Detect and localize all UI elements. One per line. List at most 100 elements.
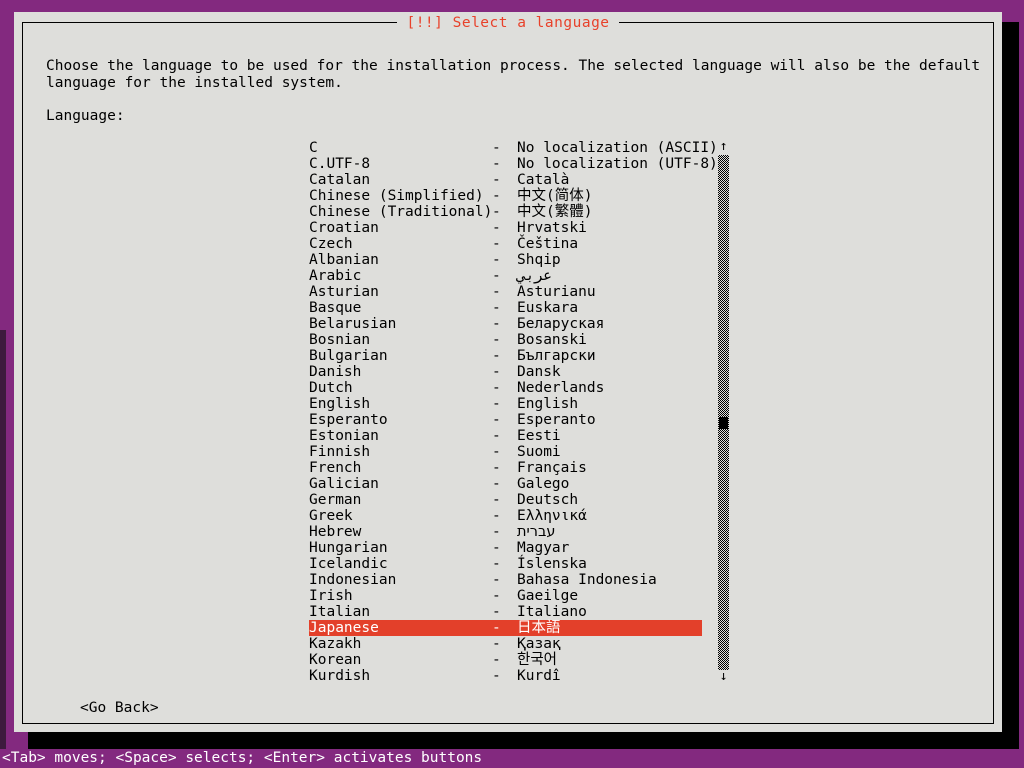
language-separator: - — [492, 476, 501, 492]
language-list-item[interactable]: C.UTF-8 - No localization (UTF-8) — [309, 156, 718, 172]
language-list-item[interactable]: Danish - Dansk — [309, 364, 702, 380]
language-list-item[interactable]: Kurdish - Kurdî — [309, 668, 702, 684]
language-separator: - — [492, 236, 501, 252]
language-list-item[interactable]: Belarusian - Беларуская — [309, 316, 702, 332]
language-native-name: 한국어 — [517, 652, 558, 668]
language-native-name: Dansk — [517, 364, 561, 380]
language-name: Czech — [309, 236, 353, 252]
language-list-item[interactable]: Albanian - Shqip — [309, 252, 702, 268]
language-separator: - — [492, 348, 501, 364]
language-list-item[interactable]: English - English — [309, 396, 702, 412]
language-native-name: Gaeilge — [517, 588, 579, 604]
language-native-name: Català — [517, 172, 570, 188]
language-name: Indonesian — [309, 572, 397, 588]
language-separator: - — [492, 252, 501, 268]
language-native-name: Shqip — [517, 252, 561, 268]
language-separator: - — [492, 188, 501, 204]
scrollbar-track[interactable] — [718, 155, 729, 670]
language-name: Arabic — [309, 268, 362, 284]
language-separator: - — [492, 300, 501, 316]
language-name: Finnish — [309, 444, 371, 460]
language-list-item[interactable]: Finnish - Suomi — [309, 444, 702, 460]
language-label: Language: — [46, 108, 125, 124]
language-list-item[interactable]: Italian - Italiano — [309, 604, 702, 620]
language-native-name: Suomi — [517, 444, 561, 460]
language-list-item[interactable]: Catalan - Català — [309, 172, 702, 188]
language-name: Belarusian — [309, 316, 397, 332]
language-separator: - — [492, 220, 501, 236]
language-separator: - — [492, 508, 501, 524]
language-separator: - — [492, 444, 501, 460]
language-list-item[interactable]: Esperanto - Esperanto — [309, 412, 702, 428]
language-name: German — [309, 492, 362, 508]
language-list-item[interactable]: Korean - 한국어 — [309, 652, 702, 668]
language-name: Dutch — [309, 380, 353, 396]
language-name: Croatian — [309, 220, 379, 236]
language-native-name: Deutsch — [517, 492, 579, 508]
dialog-shadow-bottom — [28, 732, 1019, 749]
desktop-left-edge — [0, 330, 6, 768]
language-list-item[interactable]: Dutch - Nederlands — [309, 380, 702, 396]
language-native-name: No localization (UTF-8) — [517, 156, 718, 172]
scroll-down-arrow-icon[interactable]: ↓ — [717, 670, 730, 684]
language-native-name: Nederlands — [517, 380, 605, 396]
language-list-item[interactable]: Bosnian - Bosanski — [309, 332, 702, 348]
dialog-description: Choose the language to be used for the i… — [46, 58, 989, 91]
language-list-item[interactable]: Bulgarian - Български — [309, 348, 702, 364]
language-native-name: Íslenska — [517, 556, 587, 572]
language-list-item[interactable]: Hebrew - עברית — [309, 524, 702, 540]
language-separator: - — [492, 156, 501, 172]
language-separator: - — [492, 604, 501, 620]
language-native-name: עברית — [517, 524, 556, 540]
language-list-item[interactable]: Arabic - عربي — [309, 268, 702, 284]
language-list-item[interactable]: Irish - Gaeilge — [309, 588, 702, 604]
language-list-item[interactable]: Chinese (Traditional) - 中文(繁體) — [309, 204, 702, 220]
language-native-name: Български — [517, 348, 596, 364]
language-name: Chinese (Traditional) — [309, 204, 493, 220]
language-native-name: English — [517, 396, 579, 412]
language-list-item[interactable]: Hungarian - Magyar — [309, 540, 702, 556]
language-list-item[interactable]: Galician - Galego — [309, 476, 702, 492]
language-name: Korean — [309, 652, 362, 668]
language-list-item[interactable]: Greek - Ελληνικά — [309, 508, 702, 524]
language-name: English — [309, 396, 371, 412]
language-name: Icelandic — [309, 556, 388, 572]
language-separator: - — [492, 572, 501, 588]
language-separator: - — [492, 172, 501, 188]
language-list-item[interactable]: Croatian - Hrvatski — [309, 220, 702, 236]
dialog-shadow-right — [1002, 22, 1019, 744]
language-list-scrollbar[interactable]: ↑ ↓ — [717, 140, 730, 684]
language-separator: - — [492, 540, 501, 556]
language-separator: - — [492, 268, 501, 284]
scrollbar-thumb[interactable] — [719, 417, 728, 429]
language-name: Asturian — [309, 284, 379, 300]
language-native-name: Galego — [517, 476, 570, 492]
language-separator: - — [492, 364, 501, 380]
language-name: Bosnian — [309, 332, 371, 348]
language-list-item[interactable]: Chinese (Simplified) - 中文(简体) — [309, 188, 702, 204]
scroll-up-arrow-icon[interactable]: ↑ — [717, 140, 730, 154]
language-list-item[interactable]: Japanese - 日本語 — [309, 620, 702, 636]
language-native-name: No localization (ASCII) — [517, 140, 718, 156]
language-native-name: Čeština — [517, 236, 579, 252]
language-name: Greek — [309, 508, 353, 524]
language-list-item[interactable]: Kazakh - Қазақ — [309, 636, 702, 652]
language-list-item[interactable]: Asturian - Asturianu — [309, 284, 702, 300]
language-list-item[interactable]: Estonian - Eesti — [309, 428, 702, 444]
language-name: C — [309, 140, 318, 156]
language-list-item[interactable]: German - Deutsch — [309, 492, 702, 508]
status-bar-help: <Tab> moves; <Space> selects; <Enter> ac… — [0, 749, 1024, 768]
language-native-name: Kurdî — [517, 668, 561, 684]
language-list-item[interactable]: Indonesian - Bahasa Indonesia — [309, 572, 702, 588]
go-back-button[interactable]: <Go Back> — [80, 700, 159, 716]
language-list-item[interactable]: C - No localization (ASCII) — [309, 140, 718, 156]
language-list[interactable]: C - No localization (ASCII) C.UTF-8- No loca… — [309, 140, 718, 684]
language-list-item[interactable]: French - Français — [309, 460, 702, 476]
language-list-item[interactable]: Basque - Euskara — [309, 300, 702, 316]
language-separator: - — [492, 428, 501, 444]
language-list-item[interactable]: Icelandic - Íslenska — [309, 556, 702, 572]
language-list-item[interactable]: Czech - Čeština — [309, 236, 702, 252]
select-language-dialog: [!!] Select a language Choose the langua… — [14, 12, 1002, 732]
language-separator: - — [492, 460, 501, 476]
language-native-name: Hrvatski — [517, 220, 587, 236]
